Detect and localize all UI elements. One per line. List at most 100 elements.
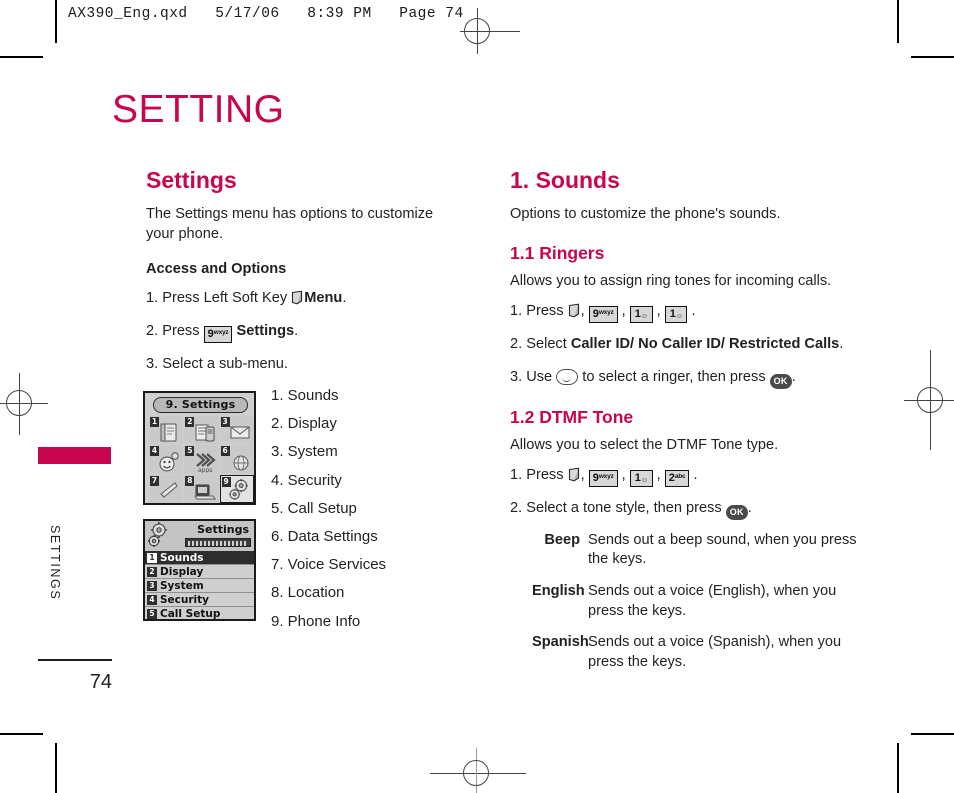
key-1-symbol: ☺	[640, 476, 648, 484]
phone-list-row-5-number: 5	[147, 609, 157, 619]
left-column: Settings The Settings menu has options t…	[146, 167, 464, 386]
key-2-abc-icon: 2abc	[664, 469, 690, 487]
key-1-symbol: ☺	[675, 312, 683, 320]
phone-list-row-1[interactable]: 1 Sounds	[145, 551, 254, 565]
right-column: 1. Sounds Options to customize the phone…	[510, 167, 858, 685]
phone-list-row-2-number: 2	[147, 567, 157, 577]
dtmf-step-1: 1. Press , 9wxyz , 1☺ , 2abc .	[510, 465, 858, 487]
grid-cell-7: 7	[149, 474, 184, 503]
grid-cell-4-badge: 4	[150, 446, 159, 457]
crop-mark-top-right-horizontal	[911, 56, 954, 58]
key-1-symbol: ☺	[640, 312, 648, 320]
access-step-1-bold: Menu	[304, 289, 343, 306]
grid-cell-4: 4	[149, 445, 184, 474]
phone-list-row-3[interactable]: 3 System	[145, 579, 254, 593]
submenu-item-9: 9. Phone Info	[271, 612, 361, 630]
ok-key-icon: OK	[769, 373, 792, 389]
definition-beep-desc: Sends out a beep sound, when you press t…	[588, 531, 857, 568]
grid-cell-3-badge: 3	[220, 417, 230, 427]
file-slug: AX390_Eng.qxd 5/17/06 8:39 PM Page 74	[68, 6, 464, 22]
definition-beep: Beep Sends out a beep sound, when you pr…	[532, 531, 858, 570]
phone-list-header: Settings	[145, 521, 254, 551]
crop-mark-bottom-left-horizontal	[0, 733, 43, 735]
ringers-step-3-mid: to select a ringer, then press	[578, 368, 770, 385]
key-9-wxyz-icon: 9wxyz	[588, 305, 618, 323]
media-icon	[193, 484, 216, 500]
phone-list-row-3-label: System	[160, 580, 204, 592]
grid-cell-7-badge: 7	[150, 475, 159, 486]
grid-cell-1: 1	[149, 416, 184, 445]
access-step-1-suffix: .	[342, 289, 347, 306]
access-step-2-suffix: .	[294, 322, 299, 339]
submenu-item-2: 2. Display	[271, 415, 337, 433]
access-step-3-text: 3. Select a sub-menu.	[146, 355, 288, 372]
manual-page: AX390_Eng.qxd 5/17/06 8:39 PM Page 74 SE…	[0, 0, 954, 793]
dtmf-heading: 1.2 DTMF Tone	[510, 406, 634, 427]
phone-menu-grid: 1 2 3 4 5 apps 6 7 8 9	[149, 416, 254, 503]
submenu-item-6: 6. Data Settings	[271, 527, 378, 545]
grid-cell-8: 8	[184, 474, 219, 503]
music-icon	[160, 482, 178, 498]
phone-list-row-4[interactable]: 4 Security	[145, 593, 254, 607]
access-step-1-prefix: 1. Press Left Soft Key	[146, 289, 292, 306]
key-9-wxyz-icon: 9wxyz	[588, 469, 618, 487]
dtmf-intro: Allows you to select the DTMF Tone type.	[510, 436, 779, 453]
grid-cell-8-badge: 8	[185, 475, 195, 486]
definition-beep-term: Beep	[544, 531, 580, 548]
emoji-icon	[159, 451, 180, 472]
left-soft-key-icon	[568, 303, 581, 318]
key-9-letters: wxyz	[598, 472, 614, 480]
access-options-heading: Access and Options	[146, 260, 287, 277]
grid-cell-6-badge: 6	[220, 446, 230, 457]
grid-cell-2: 2	[184, 416, 219, 445]
settings-intro: The Settings menu has options to customi…	[146, 206, 434, 242]
crop-mark-top-right-vertical	[897, 0, 899, 43]
ok-key-icon: OK	[725, 504, 748, 520]
registration-mark-left	[0, 373, 60, 435]
definition-english-desc: Sends out a voice (English), when you pr…	[588, 582, 837, 619]
access-step-2-prefix: 2. Press	[146, 322, 204, 339]
ringers-step-2-prefix: 2. Select	[510, 335, 571, 352]
phone-list-row-1-label: Sounds	[160, 552, 204, 564]
grid-cell-5-badge: 5	[185, 446, 195, 457]
phone-list-row-2[interactable]: 2 Display	[145, 565, 254, 579]
phone-screenshot-settings-list: Settings 1 Sounds 2 Display 3 System 4 Secur…	[143, 519, 256, 621]
phone-list-row-2-label: Display	[160, 566, 204, 578]
phone-screenshot-main-menu: 9. Settings 1 2 3 4 5 apps 6 7 8 9	[143, 391, 256, 505]
key-2-letters: abc	[674, 472, 686, 480]
dtmf-step-2-suffix: .	[747, 499, 752, 516]
settings-submenu-list: 1. Sounds 2. Display 3. System 4. Securi…	[271, 388, 461, 642]
section-tab-marker	[38, 447, 111, 464]
submenu-item-8: 8. Location	[271, 584, 345, 602]
submenu-item-1: 1. Sounds	[271, 387, 339, 404]
ringers-step-3: 3. Use to select a ringer, then press OK…	[510, 367, 858, 389]
dtmf-step-2-prefix: 2. Select a tone style, then press	[510, 499, 726, 516]
phone-list-row-4-label: Security	[160, 594, 210, 606]
grid-cell-6: 6	[219, 445, 254, 474]
messaging-icon	[195, 424, 215, 442]
grid-cell-1-badge: 1	[150, 417, 159, 427]
settings-heading: Settings	[146, 167, 237, 193]
phone-screenshot-main-menu-title: 9. Settings	[153, 397, 248, 413]
grid-cell-9-badge: 9	[221, 476, 231, 487]
access-step-2: 2. Press 9wxyz Settings.	[146, 321, 464, 343]
crop-mark-bottom-left-vertical	[55, 743, 57, 793]
page-number: 74	[89, 671, 112, 693]
access-step-2-bold: Settings	[236, 322, 295, 339]
gears-icon-header	[148, 522, 167, 547]
apps-icon: apps	[195, 452, 216, 473]
registration-mark-bottom	[430, 740, 540, 793]
definition-spanish: Spanish Sends out a voice (Spanish), whe…	[532, 633, 858, 672]
grid-cell-3: 3	[219, 416, 254, 445]
folio-rule	[38, 659, 112, 661]
left-soft-key-icon	[568, 467, 581, 482]
contacts-icon	[160, 423, 177, 442]
dtmf-step-2: 2. Select a tone style, then press OK.	[510, 498, 858, 520]
phone-list-row-3-number: 3	[147, 581, 157, 591]
phone-list-row-5[interactable]: 5 Call Setup	[145, 607, 254, 620]
submenu-item-3: 3. System	[271, 443, 338, 461]
definition-english-term: English	[532, 582, 585, 599]
section-tab-label: SETTINGS	[48, 524, 62, 600]
phone-list-row-5-label: Call Setup	[160, 608, 221, 620]
key-1-icon: 1☺	[664, 305, 688, 323]
